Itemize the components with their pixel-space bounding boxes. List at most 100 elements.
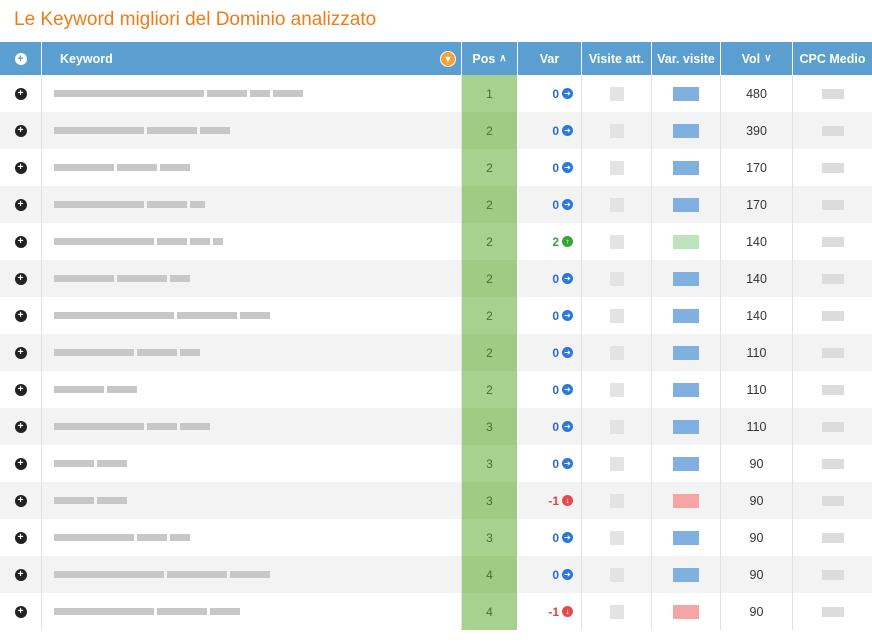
expand-all-header[interactable]: + [0, 42, 42, 75]
trend-bar [673, 123, 699, 138]
expand-cell[interactable]: + [0, 260, 42, 297]
plus-circle-icon[interactable]: + [14, 309, 27, 322]
pos-value: 2 [486, 160, 493, 175]
var-value: 0 [552, 308, 559, 323]
table-row[interactable]: + 3 0 ➔ 90 [0, 445, 872, 482]
plus-circle-icon[interactable]: + [14, 494, 27, 507]
redacted-value [821, 347, 844, 358]
expand-cell[interactable]: + [0, 297, 42, 334]
plus-circle-icon[interactable]: + [14, 605, 27, 618]
pos-value: 2 [486, 382, 493, 397]
expand-cell[interactable]: + [0, 519, 42, 556]
redacted-text [157, 608, 207, 615]
trend-zero-icon: ➔ [562, 384, 573, 395]
redacted-text [210, 608, 240, 615]
keyword-cell [42, 149, 462, 186]
expand-cell[interactable]: + [0, 223, 42, 260]
plus-circle-icon[interactable]: + [14, 531, 27, 544]
header-label: Visite att. [588, 51, 645, 66]
plus-circle-icon[interactable]: + [14, 568, 27, 581]
vol-value: 90 [749, 530, 764, 545]
var-visite-cell [652, 445, 721, 482]
table-row[interactable]: + 3 -1 ↓ 90 [0, 482, 872, 519]
column-header-cpc[interactable]: CPC Medio [793, 42, 872, 75]
keyword-text [54, 127, 230, 134]
visite-att-cell [582, 149, 652, 186]
trend-zero-icon: ➔ [562, 310, 573, 321]
plus-circle-icon[interactable]: + [14, 383, 27, 396]
redacted-text [54, 460, 94, 467]
expand-cell[interactable]: + [0, 482, 42, 519]
vol-cell: 170 [721, 186, 793, 223]
column-header-keyword[interactable]: Keyword ▼ [42, 42, 462, 75]
expand-cell[interactable]: + [0, 334, 42, 371]
sort-up-icon[interactable]: ∧ [499, 53, 506, 64]
redacted-value [609, 456, 624, 471]
column-header-vol[interactable]: Vol ∨ [721, 42, 793, 75]
table-row[interactable]: + 2 0 ➔ 140 [0, 297, 872, 334]
visite-att-cell [582, 593, 652, 630]
vol-value: 110 [746, 419, 767, 434]
plus-circle-icon[interactable]: + [14, 198, 27, 211]
table-row[interactable]: + 1 0 ➔ 480 [0, 75, 872, 112]
expand-cell[interactable]: + [0, 556, 42, 593]
trend-zero-icon: ➔ [562, 421, 573, 432]
header-label: CPC Medio [799, 51, 866, 66]
expand-cell[interactable]: + [0, 445, 42, 482]
var-value: 0 [552, 123, 559, 138]
expand-cell[interactable]: + [0, 186, 42, 223]
plus-circle-icon[interactable]: + [14, 124, 27, 137]
plus-circle-icon[interactable]: + [14, 457, 27, 470]
pos-cell: 1 [462, 75, 518, 112]
table-row[interactable]: + 2 0 ➔ 140 [0, 260, 872, 297]
redacted-text [160, 164, 190, 171]
sort-down-icon[interactable]: ∨ [764, 53, 771, 64]
expand-cell[interactable]: + [0, 112, 42, 149]
plus-circle-icon[interactable]: + [14, 272, 27, 285]
table-row[interactable]: + 2 0 ➔ 170 [0, 149, 872, 186]
vol-cell: 90 [721, 519, 793, 556]
table-row[interactable]: + 2 0 ➔ 390 [0, 112, 872, 149]
plus-circle-icon[interactable]: + [14, 161, 27, 174]
plus-circle-icon[interactable]: + [14, 346, 27, 359]
column-header-var[interactable]: Var [518, 42, 582, 75]
header-label: Var. visite [657, 51, 715, 66]
plus-circle-icon[interactable]: + [14, 235, 27, 248]
table-row[interactable]: + 4 0 ➔ 90 [0, 556, 872, 593]
var-cell: 0 ➔ [518, 149, 582, 186]
var-cell: 0 ➔ [518, 556, 582, 593]
expand-cell[interactable]: + [0, 593, 42, 630]
expand-cell[interactable]: + [0, 149, 42, 186]
redacted-text [170, 275, 190, 282]
table-row[interactable]: + 2 0 ➔ 110 [0, 334, 872, 371]
trend-bar [673, 197, 699, 212]
table-row[interactable]: + 4 -1 ↓ 90 [0, 593, 872, 630]
column-header-visite-att[interactable]: Visite att. [582, 42, 652, 75]
table-row[interactable]: + 2 0 ➔ 170 [0, 186, 872, 223]
column-header-var-visite[interactable]: Var. visite [652, 42, 721, 75]
table-row[interactable]: + 2 2 ↑ 140 [0, 223, 872, 260]
vol-cell: 170 [721, 149, 793, 186]
column-header-pos[interactable]: Pos ∧ [462, 42, 518, 75]
vol-value: 390 [746, 123, 767, 138]
keyword-text [54, 497, 127, 504]
var-value: 0 [552, 197, 559, 212]
expand-cell[interactable]: + [0, 371, 42, 408]
table-row[interactable]: + 3 0 ➔ 90 [0, 519, 872, 556]
plus-circle-icon[interactable]: + [14, 420, 27, 433]
redacted-text [54, 312, 174, 319]
keyword-text [54, 571, 270, 578]
table-row[interactable]: + 3 0 ➔ 110 [0, 408, 872, 445]
var-visite-cell [652, 556, 721, 593]
table-row[interactable]: + 2 0 ➔ 110 [0, 371, 872, 408]
expand-cell[interactable]: + [0, 75, 42, 112]
redacted-value [609, 160, 624, 175]
plus-circle-icon[interactable]: + [14, 87, 27, 100]
plus-circle-icon[interactable]: + [14, 52, 27, 65]
expand-cell[interactable]: + [0, 408, 42, 445]
visite-att-cell [582, 519, 652, 556]
vol-value: 110 [746, 382, 767, 397]
filter-icon[interactable]: ▼ [440, 51, 456, 67]
var-visite-cell [652, 260, 721, 297]
redacted-value [609, 604, 624, 619]
